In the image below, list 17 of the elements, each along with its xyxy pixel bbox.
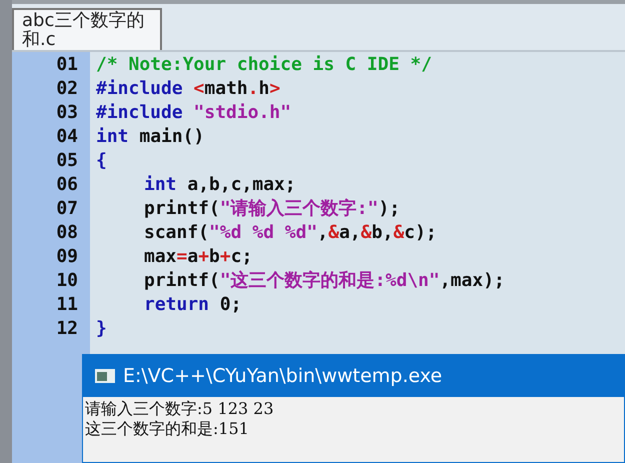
code-line: printf("请输入三个数字:"); [143,197,400,220]
code-line: /* Note:Your choice is C IDE */ [95,54,432,74]
code-line: #include "stdio.h" [95,102,292,122]
code-line: return 0; [143,294,242,314]
code-line: int a,b,c,max; [143,174,296,194]
code-line: scanf("%d %d %d",&a,&b,&c); [143,222,437,242]
code-line: max=a+b+c; [143,246,252,266]
file-tab[interactable]: abc三个数字的和.c [12,8,162,50]
code-line: int main() [95,126,204,146]
console-title: E:\VC++\CYuYan\bin\wwtemp.exe [123,365,442,387]
console-output-line: 请输入三个数字:5 123 23 [85,399,275,419]
code-line: { [95,150,107,170]
console-app-icon [95,369,115,383]
code-line: #include <math.h> [95,78,280,98]
code-line: printf("这三个数字的和是:%d\n",max); [143,269,505,292]
code-line: } [95,318,107,338]
console-output-line: 这三个数字的和是:151 [85,419,250,439]
